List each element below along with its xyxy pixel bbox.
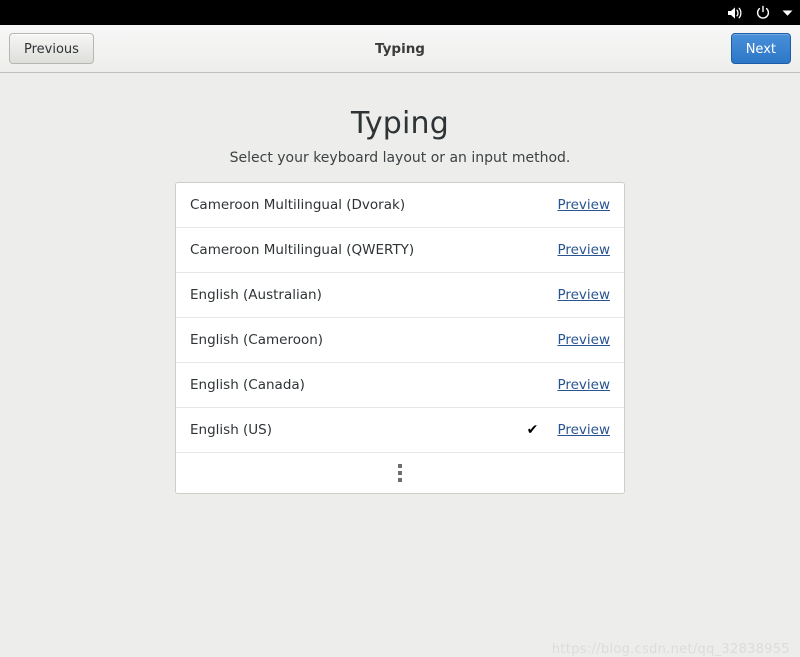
- system-tray: [726, 4, 793, 22]
- main-content: Typing Select your keyboard layout or an…: [0, 74, 800, 657]
- header-title: Typing: [375, 40, 425, 57]
- list-item-label: English (Australian): [190, 287, 322, 303]
- list-item-label: English (Cameroon): [190, 332, 324, 348]
- more-vertical-icon: [398, 464, 402, 482]
- preview-link[interactable]: Preview: [557, 197, 610, 213]
- watermark: https://blog.csdn.net/qq_32838955: [551, 642, 790, 657]
- preview-link[interactable]: Preview: [557, 332, 610, 348]
- list-item-label: Cameroon Multilingual (Dvorak): [190, 197, 406, 213]
- list-item[interactable]: Cameroon Multilingual (Dvorak) Preview: [176, 183, 624, 228]
- list-item[interactable]: English (Canada) Preview: [176, 363, 624, 408]
- next-button[interactable]: Next: [730, 33, 791, 64]
- previous-button[interactable]: Previous: [9, 33, 94, 64]
- list-item[interactable]: Cameroon Multilingual (QWERTY) Preview: [176, 228, 624, 273]
- list-item[interactable]: English (Cameroon) Preview: [176, 318, 624, 363]
- preview-link[interactable]: Preview: [557, 377, 610, 393]
- power-icon[interactable]: [755, 4, 771, 22]
- list-item[interactable]: English (US) ✔ Preview: [176, 408, 624, 453]
- preview-link[interactable]: Preview: [557, 287, 610, 303]
- list-item-label: English (US): [190, 422, 273, 438]
- list-item-label: Cameroon Multilingual (QWERTY): [190, 242, 415, 258]
- list-item-label: English (Canada): [190, 377, 305, 393]
- more-layouts-button[interactable]: [176, 453, 624, 493]
- preview-link[interactable]: Preview: [557, 422, 610, 438]
- system-top-bar: [0, 0, 800, 25]
- check-icon: ✔: [526, 422, 539, 438]
- chevron-down-icon[interactable]: [782, 4, 793, 22]
- volume-icon[interactable]: [726, 4, 744, 22]
- preview-link[interactable]: Preview: [557, 242, 610, 258]
- keyboard-layout-list: Cameroon Multilingual (Dvorak) Preview Cam…: [175, 182, 625, 494]
- page-title: Typing: [350, 106, 450, 141]
- list-item[interactable]: English (Australian) Preview: [176, 273, 624, 318]
- page-subtitle: Select your keyboard layout or an input …: [229, 150, 571, 166]
- header-bar: Previous Typing Next: [0, 25, 800, 73]
